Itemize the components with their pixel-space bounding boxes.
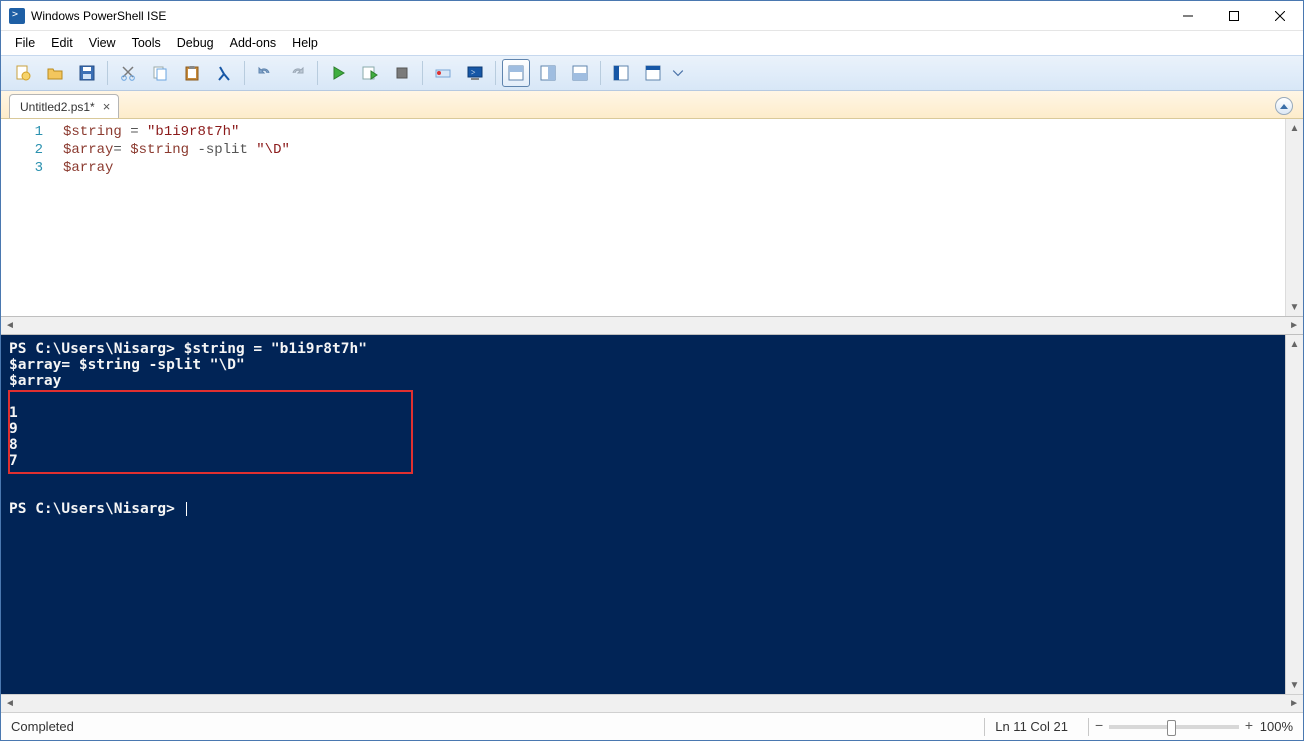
toolbar: > (1, 55, 1303, 91)
status-bar: Completed Ln 11 Col 21 100% (1, 712, 1303, 740)
code-area[interactable]: $string = "b1i9r8t7h"$array= $string -sp… (55, 119, 1285, 316)
status-separator (1088, 718, 1089, 736)
paste-button[interactable] (178, 59, 206, 87)
menubar: FileEditViewToolsDebugAdd-onsHelp (1, 31, 1303, 55)
run-button[interactable] (324, 59, 352, 87)
tab-close-icon[interactable]: × (103, 100, 111, 113)
console-pane: PS C:\Users\Nisarg> $string = "b1i9r8t7h… (1, 335, 1303, 694)
tab-untitled2[interactable]: Untitled2.ps1* × (9, 94, 119, 118)
zoom-thumb[interactable] (1167, 720, 1176, 736)
scroll-down-icon[interactable]: ▼ (1286, 298, 1303, 316)
status-text: Completed (11, 719, 974, 734)
tab-strip: Untitled2.ps1* × (1, 91, 1303, 119)
scroll-right-icon[interactable]: ► (1289, 320, 1299, 331)
script-pane: 123 $string = "b1i9r8t7h"$array= $string… (1, 119, 1303, 317)
menu-add-ons[interactable]: Add-ons (222, 33, 285, 53)
menu-help[interactable]: Help (284, 33, 326, 53)
save-button[interactable] (73, 59, 101, 87)
line-number: 2 (1, 141, 43, 159)
toolbar-separator (244, 61, 245, 85)
breakpoint-button[interactable] (429, 59, 457, 87)
console[interactable]: PS C:\Users\Nisarg> $string = "b1i9r8t7h… (1, 335, 1285, 694)
show-script-button[interactable] (607, 59, 635, 87)
scroll-down-icon[interactable]: ▼ (1286, 676, 1303, 694)
line-number: 1 (1, 123, 43, 141)
menu-debug[interactable]: Debug (169, 33, 222, 53)
cut-button[interactable] (114, 59, 142, 87)
line-number: 3 (1, 159, 43, 177)
console-vertical-scrollbar[interactable]: ▲ ▼ (1285, 335, 1303, 694)
toolbar-separator (600, 61, 601, 85)
titlebar: Windows PowerShell ISE (1, 1, 1303, 31)
window-controls (1165, 1, 1303, 30)
maximize-button[interactable] (1211, 1, 1257, 30)
editor-horizontal-scrollbar[interactable]: ◄ ► (1, 317, 1303, 335)
run-selection-button[interactable] (356, 59, 384, 87)
status-separator (984, 718, 985, 736)
close-button[interactable] (1257, 1, 1303, 30)
scroll-right-icon[interactable]: ► (1289, 698, 1299, 709)
open-button[interactable] (41, 59, 69, 87)
zoom-percent: 100% (1249, 719, 1293, 734)
remote-button[interactable]: > (461, 59, 489, 87)
undo-button[interactable] (251, 59, 279, 87)
pane-bottom-button[interactable] (566, 59, 594, 87)
editor-vertical-scrollbar[interactable]: ▲ ▼ (1285, 119, 1303, 316)
scroll-left-icon[interactable]: ◄ (5, 320, 15, 331)
lambda-button[interactable] (210, 59, 238, 87)
cursor-position: Ln 11 Col 21 (995, 719, 1078, 734)
collapse-script-pane-button[interactable] (1275, 97, 1293, 115)
toolbar-separator (495, 61, 496, 85)
toolbar-separator (107, 61, 108, 85)
toolbar-separator (422, 61, 423, 85)
pane-right-button[interactable] (534, 59, 562, 87)
output-highlight-box (8, 390, 413, 474)
scroll-up-icon[interactable]: ▲ (1286, 119, 1303, 137)
svg-text:>: > (471, 68, 476, 77)
console-horizontal-scrollbar[interactable]: ◄ ► (1, 694, 1303, 712)
app-icon (9, 8, 25, 24)
menu-edit[interactable]: Edit (43, 33, 81, 53)
stop-button[interactable] (388, 59, 416, 87)
scroll-left-icon[interactable]: ◄ (5, 698, 15, 709)
redo-button[interactable] (283, 59, 311, 87)
tab-label: Untitled2.ps1* (20, 100, 95, 114)
zoom-slider[interactable] (1109, 725, 1239, 729)
toolbar-overflow-button[interactable] (671, 59, 685, 87)
menu-view[interactable]: View (81, 33, 124, 53)
window-title: Windows PowerShell ISE (31, 9, 1165, 23)
pane-both-button[interactable] (502, 59, 530, 87)
menu-tools[interactable]: Tools (124, 33, 169, 53)
app-window: Windows PowerShell ISE FileEditViewTools… (0, 0, 1304, 741)
scroll-up-icon[interactable]: ▲ (1286, 335, 1303, 353)
line-number-gutter: 123 (1, 119, 55, 316)
minimize-button[interactable] (1165, 1, 1211, 30)
toolbar-separator (317, 61, 318, 85)
menu-file[interactable]: File (7, 33, 43, 53)
code-editor[interactable]: 123 $string = "b1i9r8t7h"$array= $string… (1, 119, 1285, 316)
new-button[interactable] (9, 59, 37, 87)
show-command-button[interactable] (639, 59, 667, 87)
copy-button[interactable] (146, 59, 174, 87)
